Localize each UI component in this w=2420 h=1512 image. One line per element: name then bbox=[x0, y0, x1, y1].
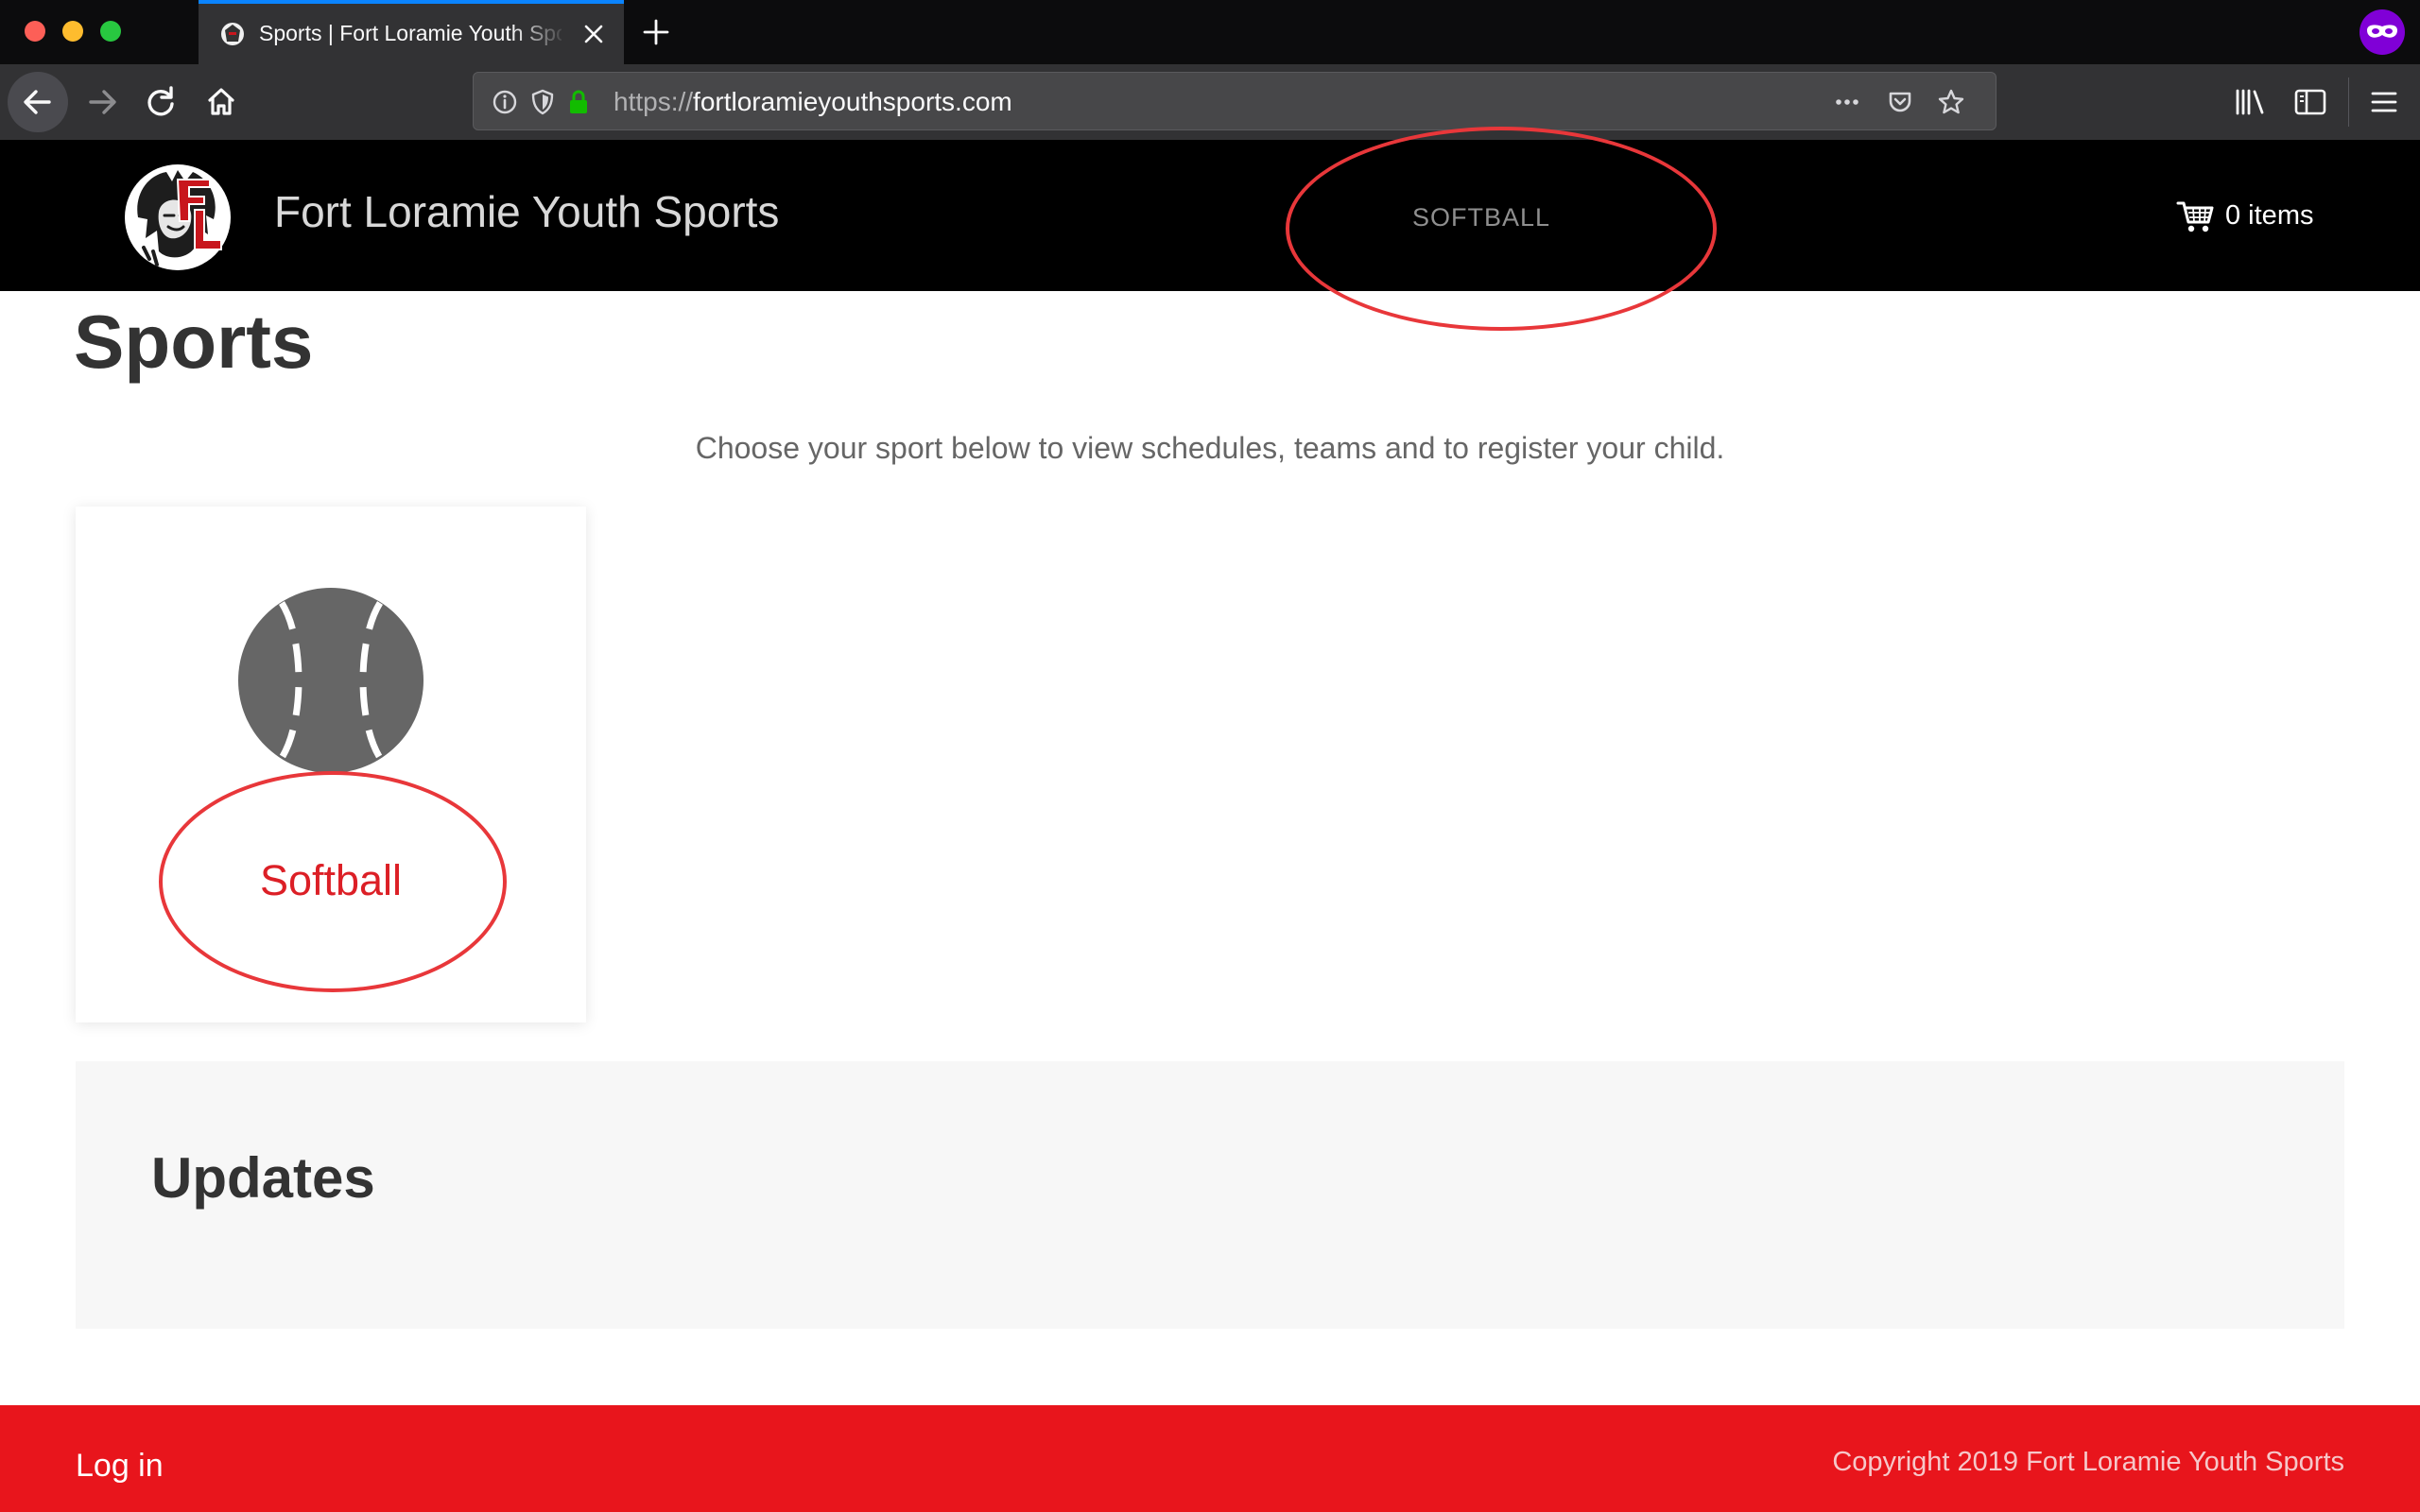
hamburger-menu-icon[interactable] bbox=[2363, 81, 2405, 123]
url-protocol: https:// bbox=[614, 87, 694, 116]
toolbar-separator bbox=[2348, 77, 2349, 127]
browser-navigation-bar: https://fortloramieyouthsports.com bbox=[0, 64, 2420, 140]
tracking-protection-shield-icon[interactable] bbox=[527, 86, 559, 118]
reload-icon[interactable] bbox=[130, 72, 191, 132]
close-window-button[interactable] bbox=[25, 21, 45, 42]
private-browsing-mask-icon bbox=[2360, 9, 2405, 55]
secure-lock-icon[interactable] bbox=[562, 86, 595, 118]
page-actions-more-icon[interactable] bbox=[1831, 86, 1863, 118]
softball-icon[interactable] bbox=[236, 586, 425, 775]
forward-arrow-icon[interactable] bbox=[72, 72, 132, 132]
updates-title: Updates bbox=[151, 1146, 375, 1210]
pocket-icon[interactable] bbox=[1884, 86, 1916, 118]
url-text: https://fortloramieyouthsports.com bbox=[614, 86, 1012, 118]
site-header: Fort Loramie Youth Sports SOFTBALL 0 ite… bbox=[0, 140, 2420, 291]
maximize-window-button[interactable] bbox=[100, 21, 121, 42]
address-bar[interactable]: https://fortloramieyouthsports.com bbox=[473, 72, 1996, 130]
new-tab-icon[interactable] bbox=[637, 13, 675, 51]
sport-link-softball[interactable]: Softball bbox=[76, 854, 586, 907]
site-name[interactable]: Fort Loramie Youth Sports bbox=[274, 185, 779, 238]
login-link[interactable]: Log in bbox=[76, 1447, 164, 1485]
bookmark-star-icon[interactable] bbox=[1935, 86, 1967, 118]
info-icon[interactable] bbox=[489, 86, 521, 118]
site-favicon-icon bbox=[221, 23, 244, 45]
nav-menu-softball[interactable]: SOFTBALL bbox=[1412, 202, 1550, 232]
page-title: Sports bbox=[74, 300, 314, 384]
cart-items-count: 0 items bbox=[2225, 199, 2314, 231]
browser-tab-bar: Sports | Fort Loramie Youth Sports bbox=[0, 0, 2420, 64]
close-tab-icon[interactable] bbox=[577, 17, 611, 51]
cart-link[interactable]: 0 items bbox=[2176, 195, 2313, 236]
copyright-text: Copyright 2019 Fort Loramie Youth Sports bbox=[1832, 1447, 2344, 1477]
minimize-window-button[interactable] bbox=[62, 21, 83, 42]
updates-section: Updates bbox=[76, 1061, 2344, 1329]
shopping-cart-icon bbox=[2176, 201, 2214, 232]
library-icon[interactable] bbox=[2229, 81, 2271, 123]
sport-card-softball[interactable]: Softball bbox=[76, 507, 586, 1022]
url-host: fortloramieyouthsports.com bbox=[693, 87, 1012, 116]
browser-tab-sports[interactable]: Sports | Fort Loramie Youth Sports bbox=[199, 0, 624, 64]
back-arrow-icon[interactable] bbox=[8, 72, 68, 132]
tab-title-fade bbox=[510, 13, 567, 55]
home-icon[interactable] bbox=[191, 72, 251, 132]
intro-text: Choose your sport below to view schedule… bbox=[695, 431, 1725, 465]
site-footer: Log in Copyright 2019 Fort Loramie Youth… bbox=[0, 1405, 2420, 1512]
site-logo-icon[interactable] bbox=[121, 161, 234, 274]
sidebar-toggle-icon[interactable] bbox=[2290, 81, 2331, 123]
